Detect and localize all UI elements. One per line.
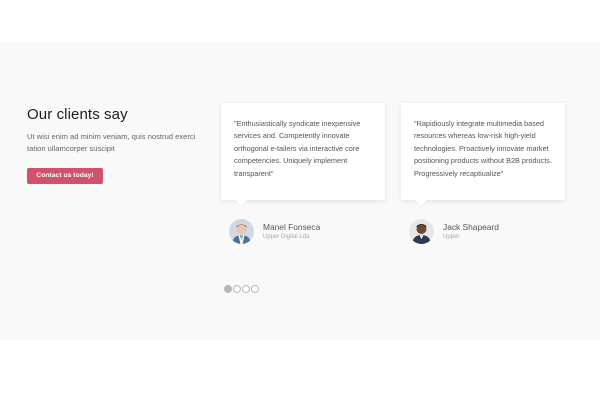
section-intro: Our clients say Ut wisi enim ad minim ve… <box>27 106 207 155</box>
author-company: Upper Digital Lda <box>263 234 310 240</box>
author-name: Manel Fonseca <box>263 222 321 232</box>
speech-bubble-tail <box>235 200 247 206</box>
speech-bubble-tail <box>415 200 427 206</box>
testimonial-card: "Rapidiously integrate multimedia based … <box>401 103 565 206</box>
section-title: Our clients say <box>27 106 128 123</box>
pagination-dot[interactable] <box>224 285 232 293</box>
testimonial-quote: "Enthusiastically syndicate inexpensive … <box>234 119 361 178</box>
author-name: Jack Shapeard <box>443 222 499 232</box>
contact-us-button[interactable]: Contact us today! <box>27 168 103 184</box>
testimonial-quote: "Rapidiously integrate multimedia based … <box>414 119 552 178</box>
pagination-dot[interactable] <box>233 285 241 293</box>
author-company: Upper <box>443 234 460 240</box>
carousel-pagination <box>224 285 260 293</box>
pagination-dot[interactable] <box>242 285 250 293</box>
section-description: Ut wisi enim ad minim veniam, quis nostr… <box>27 132 196 153</box>
pagination-dot[interactable] <box>251 285 259 293</box>
avatar <box>229 219 254 244</box>
avatar <box>409 219 434 244</box>
testimonial-card: "Enthusiastically syndicate inexpensive … <box>221 103 385 206</box>
